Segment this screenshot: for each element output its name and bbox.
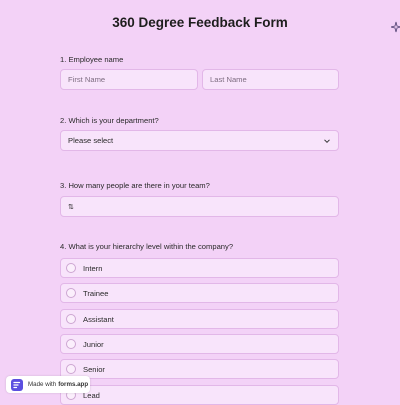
- option-junior[interactable]: Junior: [60, 334, 339, 354]
- question-1-label: 1. Employee name: [60, 55, 124, 64]
- first-name-placeholder: First Name: [68, 75, 106, 84]
- forms-app-logo-icon: [11, 378, 23, 391]
- chevron-down-icon: [324, 138, 330, 143]
- question-3-label: 3. How many people are there in your tea…: [60, 181, 210, 190]
- question-2-label: 2. Which is your department?: [60, 116, 159, 125]
- stepper-icon[interactable]: ⇅: [68, 203, 74, 211]
- question-4-label: 4. What is your hierarchy level within t…: [60, 242, 234, 251]
- badge-brand: forms.app: [58, 381, 89, 388]
- last-name-placeholder: Last Name: [210, 75, 247, 84]
- radio-button[interactable]: [66, 288, 76, 298]
- option-assistant[interactable]: Assistant: [60, 309, 339, 329]
- option-label: Assistant: [83, 314, 114, 324]
- made-with-badge[interactable]: Made with forms.app: [6, 376, 90, 393]
- first-name-input[interactable]: First Name: [60, 69, 198, 90]
- page-title: 360 Degree Feedback Form: [112, 15, 288, 30]
- option-label: Intern: [83, 263, 103, 273]
- option-intern[interactable]: Intern: [60, 258, 339, 278]
- sparkle-icon: [391, 21, 400, 33]
- radio-button[interactable]: [66, 364, 76, 374]
- option-lead[interactable]: Lead: [60, 385, 339, 405]
- option-label: Trainee: [83, 288, 109, 298]
- option-label: Senior: [83, 364, 105, 374]
- last-name-input[interactable]: Last Name: [202, 69, 339, 90]
- radio-button[interactable]: [66, 314, 76, 324]
- department-select[interactable]: Please select: [60, 130, 339, 151]
- option-senior[interactable]: Senior: [60, 359, 339, 379]
- department-select-value: Please select: [68, 136, 114, 145]
- badge-prefix: Made with: [28, 381, 57, 388]
- radio-button[interactable]: [66, 263, 76, 273]
- option-label: Junior: [83, 339, 104, 349]
- team-size-input[interactable]: ⇅: [60, 196, 339, 217]
- radio-button[interactable]: [66, 339, 76, 349]
- option-trainee[interactable]: Trainee: [60, 283, 339, 303]
